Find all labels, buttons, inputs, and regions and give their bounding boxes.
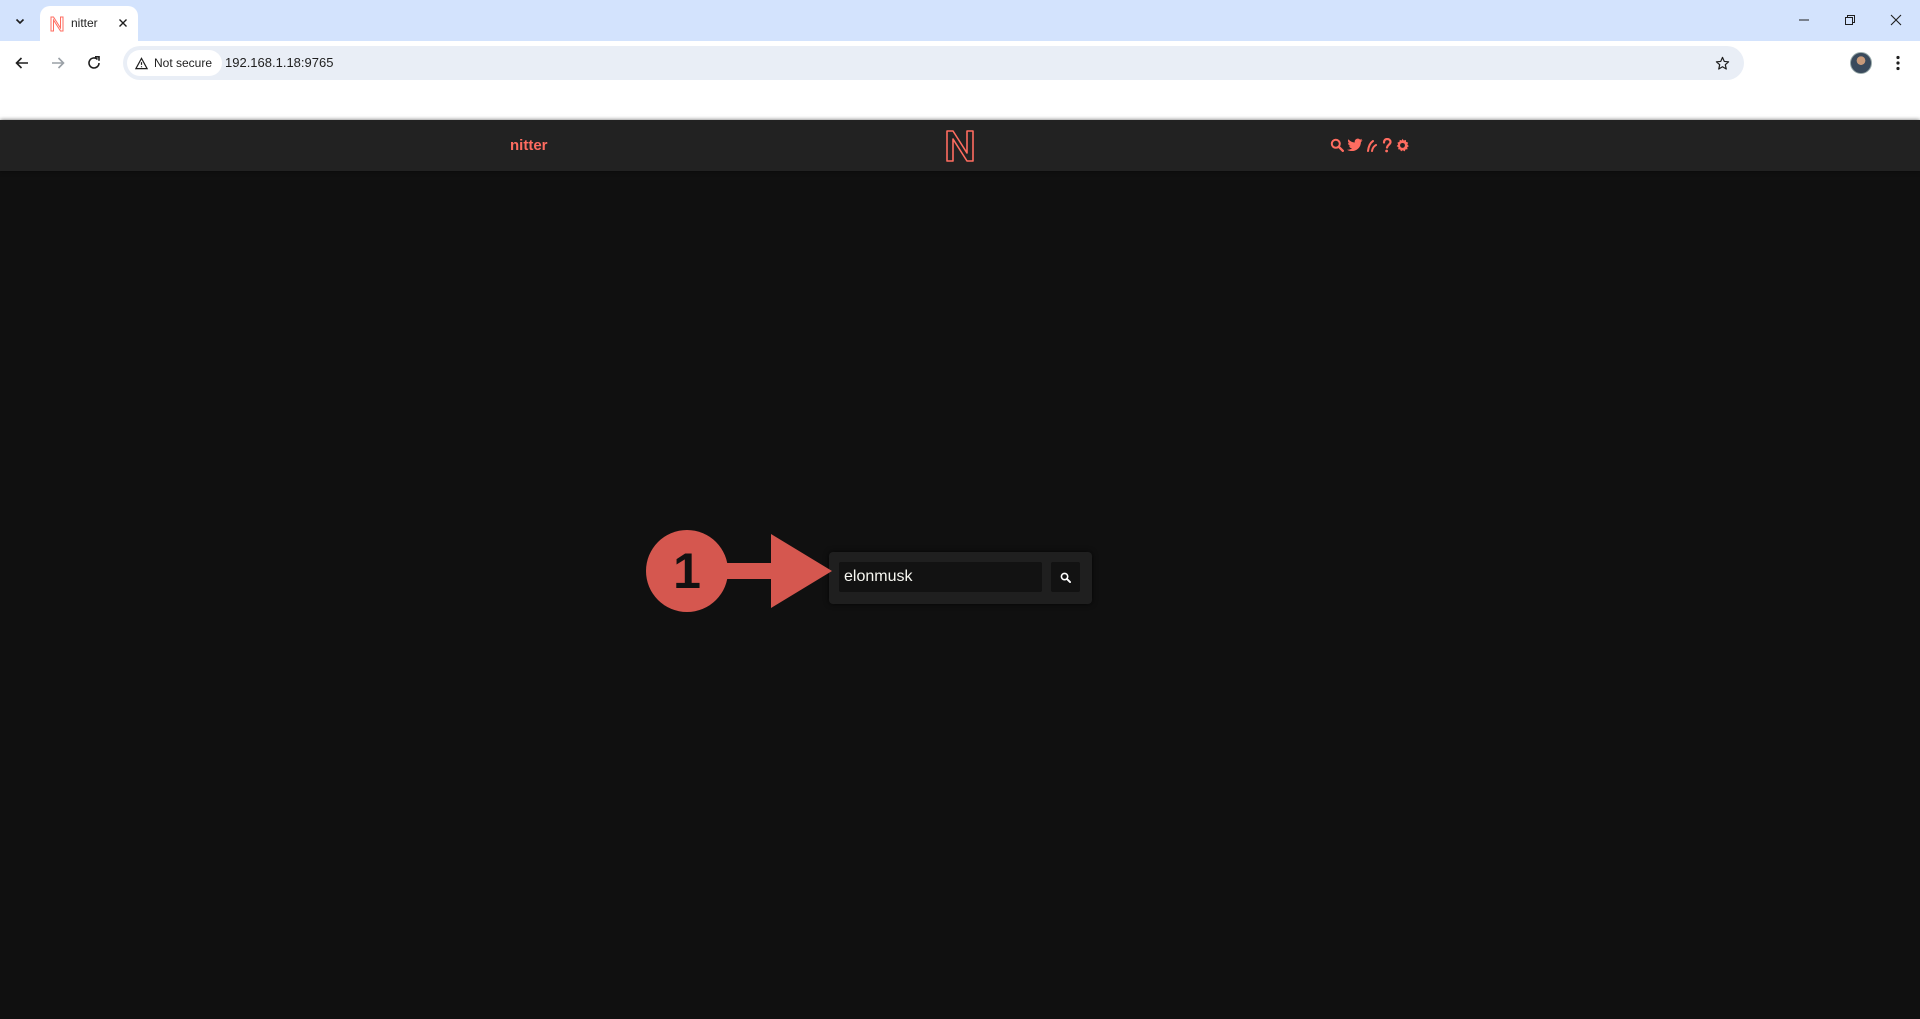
search-icon[interactable] [1330,136,1344,154]
more-vertical-icon [1896,55,1900,71]
browser-tab[interactable]: nitter [40,6,138,41]
security-label: Not secure [154,56,213,70]
bookmark-button[interactable] [1710,51,1734,75]
search-input[interactable] [839,562,1042,592]
minimize-icon [1799,19,1809,21]
warning-triangle-icon [135,56,148,69]
close-window-button[interactable] [1883,8,1909,32]
twitter-bird-icon[interactable] [1347,136,1363,154]
reload-button[interactable] [80,49,108,77]
nitter-logo-icon [50,16,64,32]
browser-menu-button[interactable] [1888,49,1908,77]
forward-button[interactable] [44,49,72,77]
nav-icons [1330,136,1410,154]
rss-icon[interactable] [1366,136,1379,154]
site-name-link[interactable]: nitter [510,137,548,154]
profile-avatar[interactable] [1850,52,1872,74]
close-icon [119,19,127,27]
arrow-left-icon [15,57,28,69]
arrow-right-icon [52,57,65,69]
minimize-button[interactable] [1791,8,1817,32]
browser-tab-strip: nitter [0,0,1920,41]
step-number: 1 [673,543,701,599]
tab-close-button[interactable] [114,14,132,32]
search-button[interactable] [1051,562,1080,592]
tab-search-button[interactable] [8,9,32,33]
url-text[interactable]: 192.168.1.18:9765 [225,55,333,70]
blank-strip [0,84,1920,120]
reload-icon [88,56,100,69]
help-icon[interactable] [1382,136,1392,154]
gear-icon[interactable] [1395,136,1410,154]
search-icon [1060,572,1071,583]
site-navbar: nitter [0,120,1920,171]
chevron-down-icon [15,18,25,25]
star-icon [1715,56,1729,70]
page-content: nitter elonmusk 1 [0,120,1920,1019]
address-bar[interactable]: Not secure 192.168.1.18:9765 [123,46,1744,80]
search-form [829,552,1092,604]
back-button[interactable] [8,49,36,77]
restore-icon [1845,15,1855,25]
nitter-logo-icon[interactable] [945,129,975,163]
browser-toolbar: Not secure 192.168.1.18:9765 [0,41,1920,84]
step-arrow-annotation: 1 [646,530,832,612]
close-icon [1890,14,1902,26]
tab-title: nitter [71,16,98,30]
security-indicator[interactable]: Not secure [127,50,223,76]
restore-button[interactable] [1837,8,1863,32]
